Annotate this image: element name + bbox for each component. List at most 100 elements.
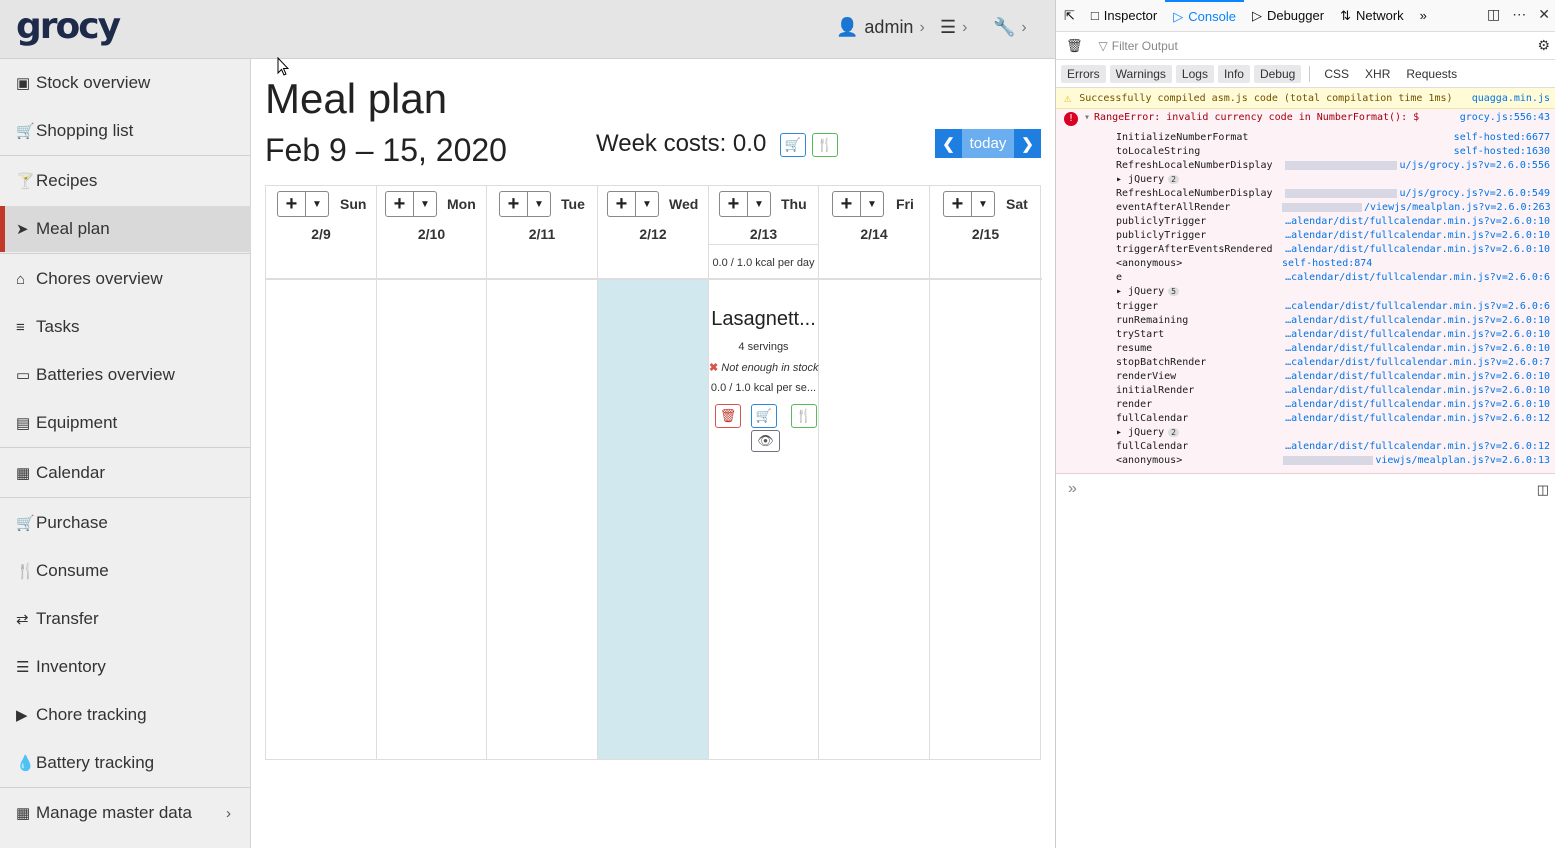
filter-requests[interactable]: Requests [1400,65,1463,83]
sidebar-item-inventory[interactable]: ☰ Inventory [0,644,251,690]
stack-frame[interactable]: stopBatchRender …calendar/dist/fullcalend… [1116,357,1550,371]
frame-location[interactable]: u/js/grocy.js?v=2.6.0:549 [1282,188,1550,202]
add-meal-dropdown-toggle[interactable]: ▼ [636,192,658,216]
stack-frame[interactable]: fullCalendar …alendar/dist/fullcalendar.m… [1116,441,1550,455]
sidebar-item-battery-tracking[interactable]: 💧 Battery tracking [0,740,251,786]
tab-inspector[interactable]: □ Inspector [1083,0,1165,32]
sidebar-item-batteries-overview[interactable]: ▭ Batteries overview [0,352,251,398]
stack-frame[interactable]: RefreshLocaleNumberDisplay u/js/grocy.js?… [1116,188,1550,202]
console-input-prompt[interactable]: » [1068,480,1077,498]
frame-location[interactable]: …alendar/dist/fullcalendar.min.js?v=2.6.… [1282,371,1550,385]
stack-frame[interactable]: toLocaleString self-hosted:1630 [1116,146,1550,160]
tab-console[interactable]: ▷ Console [1165,0,1244,32]
element-picker-button[interactable]: ⇱ [1056,0,1083,32]
frame-location[interactable]: …alendar/dist/fullcalendar.min.js?v=2.6.… [1282,343,1550,357]
sidebar-item-transfer[interactable]: ⇄ Transfer [0,596,251,642]
more-tabs-button[interactable]: » [1412,0,1435,32]
consume-recipe-button[interactable]: 🍴 [791,404,817,428]
sidebar-item-tasks[interactable]: ≡ Tasks [0,304,251,350]
stack-frame[interactable]: resume …alendar/dist/fullcalendar.min.js?… [1116,343,1550,357]
sidebar-item-recipes[interactable]: 🍸 Recipes [0,158,251,204]
filter-debug[interactable]: Debug [1253,64,1302,83]
frame-location[interactable]: …alendar/dist/fullcalendar.min.js?v=2.6.… [1282,315,1550,329]
delete-entry-button[interactable]: 🗑 [715,404,741,428]
next-week-button[interactable]: ❯ [1014,129,1041,158]
frame-location[interactable]: …calendar/dist/fullcalendar.min.js?v=2.6… [1282,272,1550,286]
add-recipe-button[interactable]: + [944,192,972,216]
filter-xhr[interactable]: XHR [1359,65,1396,83]
warning-source-link[interactable]: quagga.min.js [1472,93,1550,104]
filter-info[interactable]: Info [1217,64,1250,83]
filter-output-input[interactable]: Filter Output [1112,39,1178,53]
settings-menu[interactable]: ☰ › [940,17,967,38]
stack-frame[interactable]: publiclyTrigger …alendar/dist/fullcalenda… [1116,216,1550,230]
filter-errors[interactable]: Errors [1061,64,1106,83]
frame-location[interactable]: …alendar/dist/fullcalendar.min.js?v=2.6.… [1282,385,1550,399]
stack-frame[interactable]: <anonymous> viewjs/mealplan.js?v=2.6.0:13 [1116,455,1550,469]
frame-location[interactable]: self-hosted:6677 [1282,132,1550,146]
frame-location[interactable]: …alendar/dist/fullcalendar.min.js?v=2.6.… [1282,216,1550,230]
tab-debugger[interactable]: ▷ Debugger [1244,0,1332,32]
sidebar-item-manage-master-data[interactable]: ▦ Manage master data › [0,790,251,836]
add-recipe-button[interactable]: + [500,192,528,216]
week-add-to-shopping-list-button[interactable]: 🛒 [780,133,806,157]
stack-frame[interactable]: RefreshLocaleNumberDisplay u/js/grocy.js?… [1116,160,1550,174]
sidebar-item-shopping-list[interactable]: 🛒 Shopping list [0,108,251,154]
filter-logs[interactable]: Logs [1175,64,1214,83]
add-recipe-button[interactable]: + [720,192,748,216]
add-recipe-button[interactable]: + [608,192,636,216]
filter-css[interactable]: CSS [1318,65,1355,83]
sidebar-item-equipment[interactable]: ▤ Equipment [0,400,251,446]
dock-icon[interactable]: ◫ [1487,6,1500,23]
stack-frame[interactable]: <anonymous> self-hosted:874 [1116,258,1550,272]
close-icon[interactable]: ✕ [1538,6,1550,23]
trash-icon[interactable]: 🗑 [1066,38,1083,54]
view-recipe-button[interactable]: 👁 [751,430,780,452]
collapse-triangle-icon[interactable]: ▾ [1084,112,1090,126]
add-meal-dropdown-toggle[interactable]: ▼ [528,192,550,216]
brand-logo[interactable]: grocy [16,6,121,47]
add-to-shopping-list-button[interactable]: 🛒 [751,404,777,428]
stack-frame[interactable]: e …calendar/dist/fullcalendar.min.js?v=2.… [1116,272,1550,286]
stack-frame[interactable]: trigger …calendar/dist/fullcalendar.min.j… [1116,301,1550,315]
add-meal-dropdown-toggle[interactable]: ▼ [414,192,436,216]
gear-icon[interactable]: ⚙ [1537,37,1550,54]
add-recipe-button[interactable]: + [278,192,306,216]
sidebar-item-calendar[interactable]: ▦ Calendar [0,450,251,496]
frame-location[interactable]: …calendar/dist/fullcalendar.min.js?v=2.6… [1282,357,1550,371]
week-consume-button[interactable]: 🍴 [812,133,838,157]
stack-frame[interactable]: initialRender …alendar/dist/fullcalendar.… [1116,385,1550,399]
frame-location[interactable]: …alendar/dist/fullcalendar.min.js?v=2.6.… [1282,329,1550,343]
stack-frame-group[interactable]: ▸ jQuery 5 [1116,286,1550,300]
frame-location[interactable]: viewjs/mealplan.js?v=2.6.0:13 [1282,455,1550,469]
frame-location[interactable]: …alendar/dist/fullcalendar.min.js?v=2.6.… [1282,413,1550,427]
frame-location[interactable]: self-hosted:874 [1282,258,1550,272]
meal-plan-entry[interactable]: Lasagnett... 4 servings ✖ Not enough in … [709,308,819,394]
error-source-link[interactable]: grocy.js:556:43 [1460,112,1550,123]
user-menu[interactable]: 👤 admin › [836,17,925,38]
sidebar-item-chores-overview[interactable]: ⌂ Chores overview [0,256,251,302]
add-meal-dropdown-toggle[interactable]: ▼ [972,192,994,216]
stack-frame[interactable]: InitializeNumberFormat self-hosted:6677 [1116,132,1550,146]
stack-frame[interactable]: fullCalendar …alendar/dist/fullcalendar.m… [1116,413,1550,427]
prev-week-button[interactable]: ❮ [935,129,962,158]
today-button[interactable]: today [962,129,1014,158]
sidebar-item-consume[interactable]: 🍴 Consume [0,548,251,594]
frame-location[interactable]: …alendar/dist/fullcalendar.min.js?v=2.6.… [1282,399,1550,413]
sidebar-item-stock-overview[interactable]: ▣ Stock overview [0,60,251,106]
add-recipe-button[interactable]: + [833,192,861,216]
add-recipe-button[interactable]: + [386,192,414,216]
frame-location[interactable]: …alendar/dist/fullcalendar.min.js?v=2.6.… [1282,441,1550,455]
frame-location[interactable]: …alendar/dist/fullcalendar.min.js?v=2.6.… [1282,244,1550,258]
filter-warnings[interactable]: Warnings [1109,64,1172,83]
tab-network[interactable]: ⇅ Network [1332,0,1412,32]
stack-frame[interactable]: renderView …alendar/dist/fullcalendar.min… [1116,371,1550,385]
sidebar-item-chore-tracking[interactable]: ▶ Chore tracking [0,692,251,738]
add-meal-dropdown-toggle[interactable]: ▼ [748,192,770,216]
frame-location[interactable]: u/js/grocy.js?v=2.6.0:556 [1282,160,1550,174]
add-meal-dropdown-toggle[interactable]: ▼ [861,192,883,216]
stack-frame[interactable]: eventAfterAllRender/viewjs/mealplan.js?v… [1116,202,1550,216]
frame-location[interactable]: /viewjs/mealplan.js?v=2.6.0:263 [1282,202,1550,216]
stack-frame-group[interactable]: ▸ jQuery 2 [1116,427,1550,441]
sidebar-item-meal-plan[interactable]: ➤ Meal plan [0,206,251,252]
